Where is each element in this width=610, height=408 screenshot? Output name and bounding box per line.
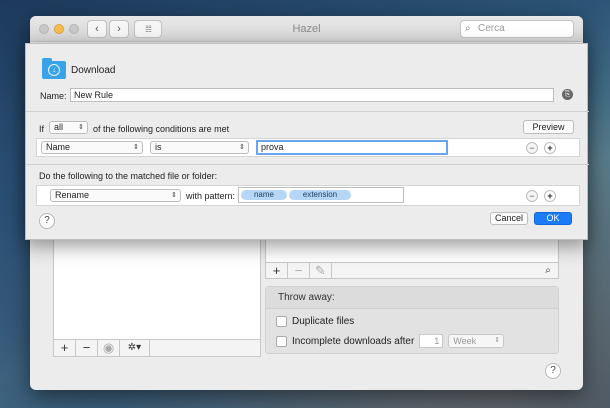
eye-icon[interactable]: ◉ <box>98 340 120 356</box>
folder-name: Download <box>71 65 116 76</box>
incomplete-downloads-count[interactable]: 1 <box>419 334 444 348</box>
action-row: Rename ⇕ with pattern: name extension − … <box>36 185 580 206</box>
condition-attribute-select[interactable]: Name ⇕ <box>41 141 143 154</box>
if-label: If <box>39 124 45 134</box>
time-unit-value: Week <box>453 336 477 346</box>
add-action-button[interactable]: + <box>544 190 556 202</box>
action-type-value: Rename <box>55 190 90 200</box>
duplicate-files-checkbox[interactable] <box>276 316 287 327</box>
window-help-button[interactable]: ? <box>545 363 561 379</box>
add-folder-button[interactable]: + <box>54 340 76 356</box>
gear-icon[interactable]: ✲▾ <box>120 340 150 356</box>
remove-folder-button[interactable]: − <box>76 340 98 356</box>
rule-name-input[interactable]: New Rule <box>70 88 554 102</box>
conditions-description: of the following conditions are met <box>93 124 230 134</box>
extension-token[interactable]: extension <box>289 190 351 200</box>
edit-rule-pencil-icon[interactable]: ✎ <box>310 263 332 278</box>
chevron-updown-icon: ⇕ <box>78 124 84 131</box>
condition-attribute-value: Name <box>46 142 71 152</box>
chevron-updown-icon: ⇕ <box>171 192 177 199</box>
download-arrow-icon: ↓ <box>48 64 60 76</box>
cancel-button[interactable]: Cancel <box>490 212 528 225</box>
condition-operator-value: is <box>155 142 162 152</box>
rules-toolbar: + − ✎ ⌕ <box>265 262 559 279</box>
throw-away-title: Throw away: <box>266 287 558 309</box>
time-unit-select[interactable]: Week ⇕ <box>448 334 505 348</box>
remove-rule-button[interactable]: − <box>288 263 310 278</box>
share-icon[interactable]: ⎘ <box>562 89 573 100</box>
condition-row: Name ⇕ is ⇕ prova − + <box>36 138 580 157</box>
remove-condition-button[interactable]: − <box>526 142 538 154</box>
name-label: Name: <box>40 91 67 101</box>
actions-label: Do the following to the matched file or … <box>39 171 218 181</box>
pattern-label: with pattern: <box>186 191 236 201</box>
duplicate-files-row: Duplicate files <box>276 316 354 327</box>
incomplete-downloads-checkbox[interactable] <box>276 335 287 347</box>
search-rules-icon[interactable]: ⌕ <box>538 265 558 276</box>
title-bar: ‹ › ⁞⁞⁞⁞ Hazel ⌕ Cerca <box>30 16 583 42</box>
rename-pattern-field[interactable]: name extension <box>238 187 404 203</box>
condition-operator-select[interactable]: is ⇕ <box>150 141 249 154</box>
chevron-updown-icon: ⇕ <box>133 144 139 151</box>
chevron-updown-icon: ⇕ <box>494 337 501 344</box>
download-folder-icon: ↓ <box>42 58 66 79</box>
match-mode-select[interactable]: all ⇕ <box>49 121 88 134</box>
preview-button[interactable]: Preview <box>523 120 574 134</box>
name-token[interactable]: name <box>241 190 287 200</box>
search-placeholder: Cerca <box>478 23 505 34</box>
duplicate-files-label: Duplicate files <box>292 316 355 327</box>
folders-toolbar: + − ◉ ✲▾ <box>53 339 261 357</box>
rule-editor-sheet: ↓ Download Name: New Rule ⎘ If all ⇕ of … <box>25 43 589 240</box>
match-mode-value: all <box>54 122 64 132</box>
incomplete-downloads-label: Incomplete downloads after <box>292 335 415 347</box>
search-icon: ⌕ <box>465 23 471 34</box>
action-type-select[interactable]: Rename ⇕ <box>50 189 181 202</box>
condition-value-input[interactable]: prova <box>256 140 448 155</box>
add-condition-button[interactable]: + <box>544 142 556 154</box>
add-rule-button[interactable]: + <box>266 263 288 278</box>
throw-away-panel: Throw away: Duplicate files Incomplete d… <box>265 286 559 354</box>
search-field[interactable]: ⌕ Cerca <box>460 20 574 38</box>
folders-list[interactable] <box>53 236 261 356</box>
sheet-help-button[interactable]: ? <box>39 213 55 229</box>
ok-button[interactable]: OK <box>534 212 572 225</box>
remove-action-button[interactable]: − <box>526 190 538 202</box>
incomplete-downloads-row: Incomplete downloads after 1 Week ⇕ <box>276 334 505 348</box>
chevron-updown-icon: ⇕ <box>239 144 245 151</box>
